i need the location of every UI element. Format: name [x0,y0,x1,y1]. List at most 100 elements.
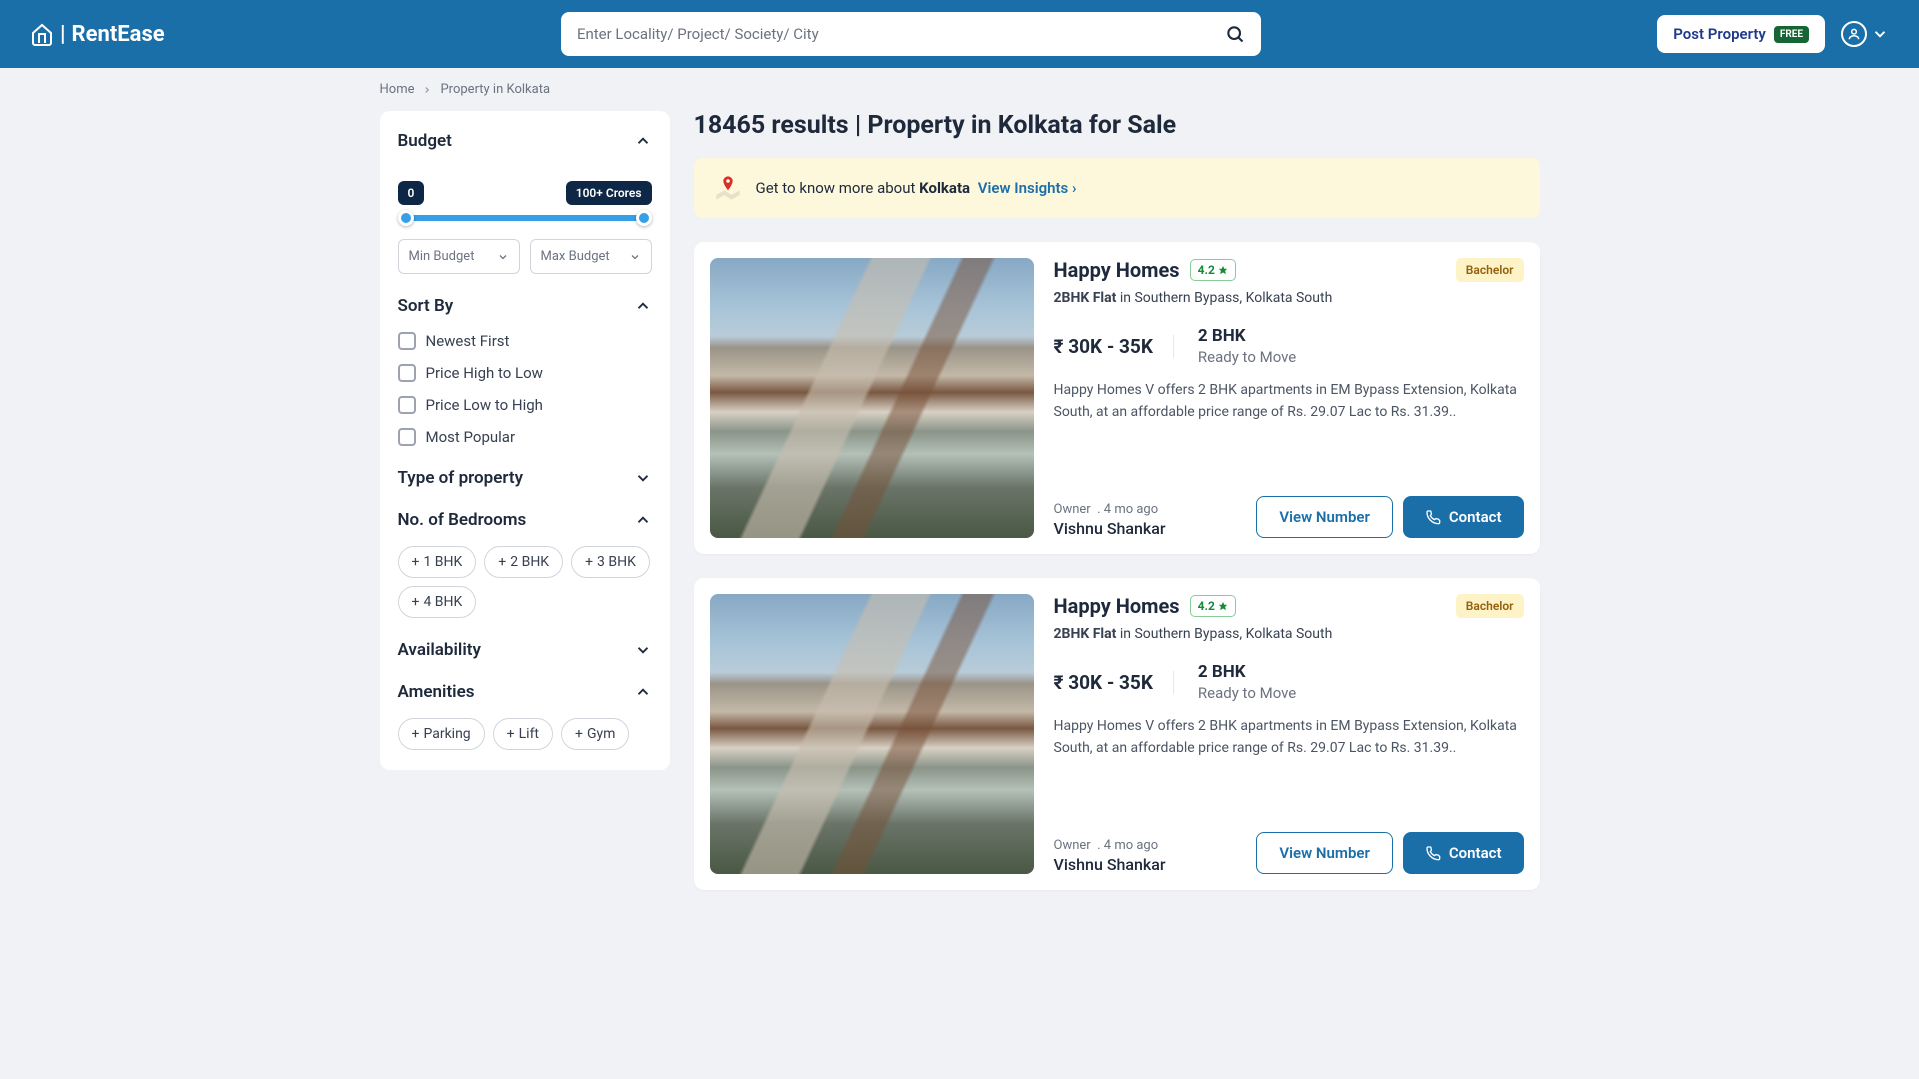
filter-sort-header[interactable]: Sort By [398,296,652,316]
contact-button[interactable]: Contact [1403,496,1524,538]
insight-link-label: View Insights [978,179,1068,197]
filter-bedrooms-header[interactable]: No. of Bedrooms [398,510,652,530]
rating-badge: 4.2 [1190,595,1236,617]
listing-title[interactable]: Happy Homes [1054,258,1180,282]
view-number-button[interactable]: View Number [1256,832,1392,874]
filter-type-header[interactable]: Type of property [398,468,652,488]
insight-bar: Get to know more about Kolkata View Insi… [694,158,1540,218]
max-budget-label: Max Budget [541,249,610,264]
budget-min-pill: 0 [398,181,425,205]
brand-name: RentEase [72,22,165,47]
filter-title: Amenities [398,682,475,702]
amenity-chip[interactable]: +Parking [398,718,485,750]
filter-availability-header[interactable]: Availability [398,640,652,660]
phone-icon [1425,845,1441,861]
listing-subtitle: 2BHK Flat in Southern Bypass, Kolkata So… [1054,626,1524,642]
post-property-label: Post Property [1673,25,1766,43]
filter-amenities-header[interactable]: Amenities [398,682,652,702]
chip-label: 3 BHK [597,554,636,570]
listing-metrics: ₹ 30K - 35K 2 BHK Ready to Move [1054,326,1524,366]
bachelor-tag: Bachelor [1456,594,1524,618]
plus-icon: + [412,726,420,742]
chevron-down-icon [497,251,509,263]
contact-button[interactable]: Contact [1403,832,1524,874]
bedroom-chip[interactable]: +1 BHK [398,546,477,578]
checkbox-icon [398,396,416,414]
breadcrumb-home[interactable]: Home [380,82,415,97]
filter-budget-header[interactable]: Budget [398,131,652,151]
star-icon [1218,265,1228,275]
chip-label: Lift [519,726,539,742]
filter-budget: Budget 0 100+ Crores Min Budget [398,131,652,274]
listing-image[interactable] [710,594,1034,874]
checkbox-icon [398,364,416,382]
chip-label: Gym [587,726,615,742]
breadcrumb-current: Property in Kolkata [440,82,550,97]
chevron-up-icon [634,511,652,529]
brand-logo[interactable]: |RentEase [30,22,165,47]
search-box[interactable] [561,12,1261,56]
sort-label: Price Low to High [426,396,543,414]
bedroom-chip[interactable]: +3 BHK [571,546,650,578]
filters-sidebar: Budget 0 100+ Crores Min Budget [380,111,670,770]
view-insights-link[interactable]: View Insights › [978,179,1077,197]
home-icon [30,22,54,46]
insight-text: Get to know more about Kolkata View Insi… [756,179,1077,197]
listing-metrics: ₹ 30K - 35K2 BHKReady to Move [1054,662,1524,702]
post-property-button[interactable]: Post Property FREE [1657,15,1825,53]
bedroom-chip[interactable]: +4 BHK [398,586,477,618]
filter-title: Budget [398,131,452,151]
amenity-chip[interactable]: +Gym [561,718,629,750]
budget-max-pill: 100+ Crores [566,181,652,205]
plus-icon: + [498,554,506,570]
slider-thumb-min[interactable] [398,210,414,226]
chip-label: 1 BHK [423,554,462,570]
rating-badge: 4.2 [1190,259,1236,281]
listing-subtitle: 2BHK Flat in Southern Bypass, Kolkata So… [1054,290,1524,306]
listing-bhk: 2 BHK [1198,662,1296,682]
slider-thumb-max[interactable] [636,210,652,226]
listing-top: Happy Homes 4.2 Bachelor [1054,594,1524,618]
checkbox-icon [398,428,416,446]
search-input[interactable] [577,25,1225,43]
bedroom-chip[interactable]: +2 BHK [484,546,563,578]
filter-availability: Availability [398,640,652,660]
listing-bhk: 2 BHK [1198,326,1296,346]
filter-title: Type of property [398,468,524,488]
chip-label: 4 BHK [423,594,462,610]
listing-card: Happy Homes 4.2 Bachelor 2BHK Flat in South… [694,242,1540,554]
listing-desc: Happy Homes V offers 2 BHK apartments in… [1054,716,1524,759]
owner-name: Vishnu Shankar [1054,855,1166,874]
bachelor-tag: Bachelor [1456,258,1524,282]
max-budget-select[interactable]: Max Budget [530,239,652,274]
budget-slider[interactable] [398,215,652,221]
user-menu[interactable] [1841,21,1889,47]
view-number-button[interactable]: View Number [1256,496,1392,538]
listing-status: Ready to Move [1198,348,1296,366]
sort-label: Price High to Low [426,364,543,382]
listing-price: ₹ 30K - 35K [1054,335,1153,358]
checkbox-icon [398,332,416,350]
filter-bedrooms: No. of Bedrooms +1 BHK +2 BHK +3 BHK +4 … [398,510,652,618]
listing-desc: Happy Homes V offers 2 BHK apartments in… [1054,380,1524,423]
filter-title: No. of Bedrooms [398,510,527,530]
amenity-chip[interactable]: +Lift [493,718,553,750]
search-icon[interactable] [1225,24,1245,44]
header-right: Post Property FREE [1657,15,1889,53]
listing-title[interactable]: Happy Homes [1054,594,1180,618]
phone-icon [1425,509,1441,525]
listing-image[interactable] [710,258,1034,538]
sort-option[interactable]: Price High to Low [398,364,652,382]
listing-body: Happy Homes 4.2 Bachelor 2BHK Flat in South… [1054,258,1524,538]
sort-option[interactable]: Price Low to High [398,396,652,414]
chevron-up-icon [634,683,652,701]
listing-top: Happy Homes 4.2 Bachelor [1054,258,1524,282]
header: |RentEase Post Property FREE [0,0,1919,68]
min-budget-label: Min Budget [409,249,475,264]
min-budget-select[interactable]: Min Budget [398,239,520,274]
sort-option[interactable]: Most Popular [398,428,652,446]
sort-option[interactable]: Newest First [398,332,652,350]
listing-footer: Owner . 4 mo agoVishnu ShankarView Numbe… [1054,812,1524,874]
filter-type: Type of property [398,468,652,488]
insight-prefix: Get to know more about [756,179,920,197]
